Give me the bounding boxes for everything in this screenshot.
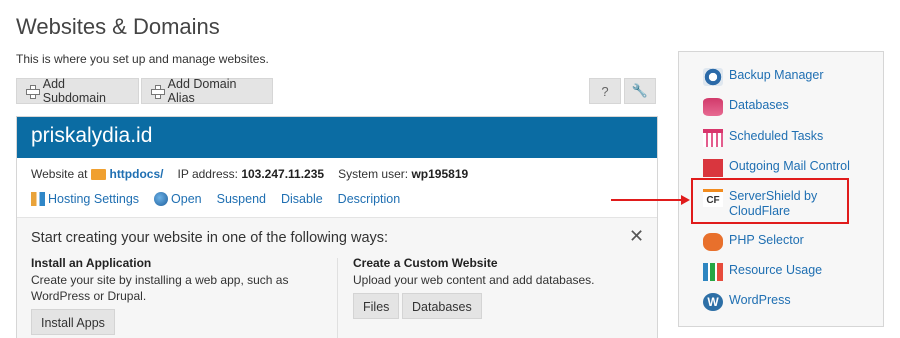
hosting-settings-icon — [31, 192, 45, 206]
ip-label: IP address: — [177, 167, 238, 181]
add-subdomain-label: Add Subdomain — [42, 77, 106, 105]
add-subdomain-button[interactable]: Add Subdomain — [16, 77, 139, 105]
column-separator — [337, 258, 338, 338]
add-domain-alias-label: Add Domain Alias — [167, 77, 237, 105]
install-apps-button[interactable]: Install Apps — [31, 309, 115, 335]
custom-website-section: Create a Custom Website Upload your web … — [353, 255, 643, 319]
sidebar-item-label: Outgoing Mail Control — [729, 159, 850, 173]
start-panel: Start creating your website in one of th… — [17, 218, 657, 338]
description-link[interactable]: Description — [338, 192, 401, 206]
open-link[interactable]: Open — [154, 192, 202, 206]
domain-actions: Hosting Settings Open Suspend Disable De… — [31, 192, 415, 206]
sidebar-item-outgoing-mail-control[interactable]: Outgoing Mail Control — [703, 159, 850, 177]
system-user-value: wp195819 — [411, 167, 469, 181]
annotation-arrow-line — [611, 199, 683, 201]
wordpress-icon: W — [703, 293, 723, 311]
sidebar-item-label: PHP Selector — [729, 233, 804, 247]
domain-info-line: Website at httpdocs/ IP address: 103.247… — [31, 167, 468, 181]
custom-website-heading: Create a Custom Website — [353, 256, 498, 270]
annotation-highlight-box — [691, 178, 849, 224]
start-title: Start creating your website in one of th… — [31, 230, 389, 246]
domain-card: priskalydia.id Website at httpdocs/ IP a… — [16, 116, 658, 338]
database-icon — [703, 98, 723, 116]
sidebar-item-wordpress[interactable]: W WordPress — [703, 293, 791, 311]
system-user-label: System user: — [338, 167, 409, 181]
wrench-icon: 🔧 — [631, 83, 649, 98]
backup-icon — [703, 68, 723, 86]
hosting-settings-link[interactable]: Hosting Settings — [31, 192, 139, 206]
sidebar-item-label: Resource Usage — [729, 263, 823, 277]
plus-icon — [150, 84, 165, 99]
install-app-heading: Install an Application — [31, 256, 152, 270]
page-subtitle: This is where you set up and manage webs… — [16, 52, 269, 66]
add-domain-alias-button[interactable]: Add Domain Alias — [141, 77, 273, 105]
custom-website-text: Upload your web content and add database… — [353, 273, 595, 287]
mail-icon — [703, 159, 723, 177]
calendar-icon — [703, 129, 723, 147]
sidebar-item-backup-manager[interactable]: Backup Manager — [703, 68, 824, 86]
sidebar-item-resource-usage[interactable]: Resource Usage — [703, 263, 822, 281]
tools-button[interactable]: 🔧 — [624, 78, 656, 104]
sidebar-item-scheduled-tasks[interactable]: Scheduled Tasks — [703, 129, 823, 147]
plus-icon — [25, 84, 40, 99]
sidebar-item-label: Backup Manager — [729, 68, 824, 82]
sidebar-item-label: WordPress — [729, 293, 791, 307]
help-button[interactable]: ? — [589, 78, 621, 104]
globe-icon — [154, 192, 169, 206]
website-folder-link[interactable]: httpdocs/ — [109, 167, 163, 181]
suspend-link[interactable]: Suspend — [217, 192, 266, 206]
annotation-arrow-head — [681, 195, 690, 205]
help-icon: ? — [601, 83, 609, 99]
open-label: Open — [171, 192, 202, 206]
hosting-settings-label: Hosting Settings — [48, 192, 140, 206]
page-title: Websites & Domains — [16, 14, 220, 39]
sidebar-item-label: Databases — [729, 98, 789, 112]
sidebar-item-databases[interactable]: Databases — [703, 98, 789, 116]
files-button[interactable]: Files — [353, 293, 400, 319]
databases-button[interactable]: Databases — [402, 293, 482, 319]
php-icon — [703, 233, 723, 251]
disable-link[interactable]: Disable — [281, 192, 323, 206]
install-app-text: Create your site by installing a web app… — [31, 273, 289, 303]
sidebar-item-php-selector[interactable]: PHP Selector — [703, 233, 804, 251]
resource-chart-icon — [703, 263, 723, 281]
domain-name[interactable]: priskalydia.id — [31, 124, 152, 147]
sidebar-item-label: Scheduled Tasks — [729, 129, 824, 143]
close-icon[interactable]: ✕ — [629, 226, 644, 247]
website-at-label: Website at — [31, 167, 88, 181]
ip-value: 103.247.11.235 — [241, 167, 325, 181]
folder-icon — [91, 168, 107, 180]
domain-header: priskalydia.id — [17, 117, 657, 158]
install-app-section: Install an Application Create your site … — [31, 255, 321, 335]
